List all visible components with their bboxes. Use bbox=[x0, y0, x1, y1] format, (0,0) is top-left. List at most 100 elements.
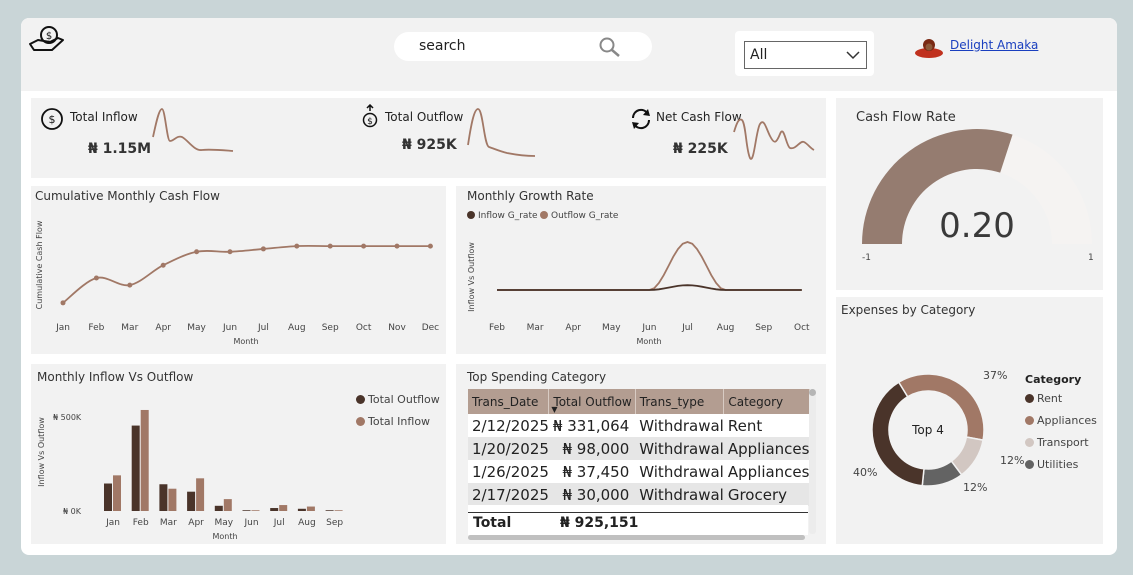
cell-date: 2/12/2025 bbox=[468, 414, 549, 437]
growth-legend-outflow-label: Outflow G_rate bbox=[551, 211, 619, 221]
bar-outflow bbox=[214, 505, 223, 511]
kpi-inflow-value: ₦ 1.15M bbox=[88, 141, 152, 157]
inout-xtick: Sep bbox=[326, 518, 343, 528]
total-row: Total ₦ 925,151 bbox=[468, 513, 808, 535]
horizontal-scrollbar[interactable] bbox=[468, 535, 805, 540]
cumulative-point bbox=[93, 275, 99, 281]
growth-legend-inflow-label: Inflow G_rate bbox=[478, 211, 538, 221]
bar-outflow bbox=[104, 483, 112, 511]
cumulative-point bbox=[160, 262, 166, 268]
search-placeholder: search bbox=[419, 38, 466, 54]
bar-inflow bbox=[334, 510, 343, 511]
cell-amount: ₦ 98,000 bbox=[548, 437, 636, 460]
scroll-up-icon[interactable] bbox=[809, 389, 816, 396]
growth-legend-outflow: Outflow G_rate bbox=[540, 211, 618, 221]
inout-xtick: May bbox=[214, 518, 233, 528]
cumulative-xtick: Oct bbox=[356, 323, 372, 333]
kpi-outflow-label: Total Outflow bbox=[385, 110, 464, 124]
filter-container: All bbox=[735, 31, 874, 76]
cell-category: Appliances bbox=[723, 460, 810, 483]
total-label: Total bbox=[473, 515, 512, 531]
donut-label-rent: 40% bbox=[853, 466, 877, 479]
filter-value: All bbox=[750, 47, 768, 63]
cumulative-point bbox=[260, 246, 266, 252]
svg-text:$: $ bbox=[49, 113, 56, 126]
cell-type: Withdrawal bbox=[635, 437, 724, 460]
growth-ylabel: Inflow Vs Outflow bbox=[467, 242, 476, 312]
cell-amount: ₦ 37,450 bbox=[548, 460, 636, 483]
bar-outflow bbox=[159, 484, 168, 511]
col-trans-type[interactable]: Trans_type bbox=[635, 389, 725, 414]
inout-xtick: Mar bbox=[160, 518, 177, 528]
inout-ytick-zero: ₦ 0K bbox=[63, 507, 82, 516]
col-total-outflow-label: Total Outflow bbox=[553, 394, 632, 409]
inout-ytick-top: ₦ 500K bbox=[53, 413, 82, 422]
cumulative-point bbox=[394, 243, 400, 249]
cumulative-xlabel: Month bbox=[233, 337, 258, 346]
inflow-sparkline bbox=[152, 108, 234, 152]
cell-category: Rent bbox=[723, 414, 810, 437]
bar-inflow bbox=[113, 475, 121, 511]
cumulative-line bbox=[62, 244, 431, 304]
donut-center-label: Top 4 bbox=[911, 423, 944, 437]
inout-xtick: Feb bbox=[133, 518, 149, 528]
inout-legend-inflow: Total Inflow bbox=[356, 415, 430, 428]
growth-xtick: Apr bbox=[565, 323, 581, 333]
outflow-sparkline bbox=[467, 108, 536, 157]
cumulative-xtick: Sep bbox=[322, 323, 339, 333]
cumulative-ylabel: Cumulative Cash Flow bbox=[35, 220, 44, 309]
growth-legend-inflow: Inflow G_rate bbox=[467, 211, 538, 221]
user-name-link[interactable]: Delight Amaka bbox=[950, 38, 1038, 52]
search-input[interactable]: search bbox=[394, 32, 652, 61]
inout-xtick: Jul bbox=[273, 518, 285, 528]
growth-xtick: Feb bbox=[489, 323, 505, 333]
cumulative-xtick: Feb bbox=[88, 323, 104, 333]
table-spacer bbox=[468, 505, 808, 512]
growth-xtick: Jun bbox=[641, 323, 656, 333]
table-row[interactable]: 1/20/2025 ₦ 98,000 Withdrawal Appliances bbox=[468, 437, 810, 460]
refresh-cycle-icon bbox=[631, 108, 651, 130]
bar-outflow bbox=[242, 510, 251, 511]
donut-legend-appliances-label: Appliances bbox=[1037, 414, 1097, 427]
cumulative-xtick: Apr bbox=[155, 323, 171, 333]
donut-legend-appliances: Appliances bbox=[1025, 414, 1097, 427]
bar-inflow bbox=[223, 499, 232, 511]
cell-type: Withdrawal bbox=[635, 414, 724, 437]
growth-xtick: Aug bbox=[717, 323, 735, 333]
table-row[interactable]: 1/26/2025 ₦ 37,450 Withdrawal Appliances bbox=[468, 460, 810, 483]
kpi-outflow-value: ₦ 925K bbox=[402, 137, 457, 153]
search-icon[interactable] bbox=[599, 37, 621, 57]
col-category[interactable]: Category bbox=[723, 389, 810, 414]
net-sparkline bbox=[733, 118, 815, 160]
svg-text:$: $ bbox=[367, 117, 373, 127]
cumulative-point bbox=[294, 243, 300, 249]
gauge-max: 1 bbox=[1088, 253, 1094, 263]
inout-title: Monthly Inflow Vs Outflow bbox=[37, 370, 194, 384]
cumulative-xtick: Mar bbox=[121, 323, 138, 333]
cumulative-xtick: Jan bbox=[55, 323, 70, 333]
growth-xtick: Sep bbox=[755, 323, 772, 333]
col-trans-date[interactable]: Trans_Date bbox=[468, 389, 550, 414]
kpi-net-value: ₦ 225K bbox=[673, 141, 728, 157]
cell-date: 1/20/2025 bbox=[468, 437, 549, 460]
money-hand-logo-icon: $ bbox=[29, 26, 64, 51]
table-row[interactable]: 2/17/2025 ₦ 30,000 Withdrawal Grocery bbox=[468, 483, 810, 506]
gauge-chart: 0.20 -1 1 bbox=[862, 129, 1094, 263]
kpi-net-label: Net Cash Flow bbox=[656, 110, 742, 124]
col-total-outflow[interactable]: Total Outflow ▼ bbox=[548, 389, 636, 414]
inout-chart: Inflow Vs Outflow ₦ 500K ₦ 0K Month Jan F… bbox=[37, 409, 343, 541]
donut-legend-transport: Transport bbox=[1025, 436, 1089, 449]
cumulative-chart: Cumulative Cash Flow Month Jan Feb Mar Apr M… bbox=[35, 220, 439, 346]
donut-label-transport: 12% bbox=[1000, 454, 1024, 467]
inout-xtick: Apr bbox=[188, 518, 204, 528]
cell-category: Appliances bbox=[723, 437, 810, 460]
filter-dropdown[interactable]: All bbox=[744, 41, 867, 69]
table-row[interactable]: 2/12/2025 ₦ 331,064 Withdrawal Rent bbox=[468, 414, 810, 437]
vertical-scrollbar[interactable] bbox=[809, 389, 816, 534]
total-value: ₦ 925,151 bbox=[560, 515, 639, 531]
chevron-down-icon[interactable] bbox=[846, 50, 860, 60]
bar-outflow bbox=[270, 508, 279, 511]
bar-inflow bbox=[279, 505, 288, 511]
donut-label-utilities: 12% bbox=[963, 481, 987, 494]
inout-ylabel: Inflow Vs Outflow bbox=[37, 417, 46, 487]
